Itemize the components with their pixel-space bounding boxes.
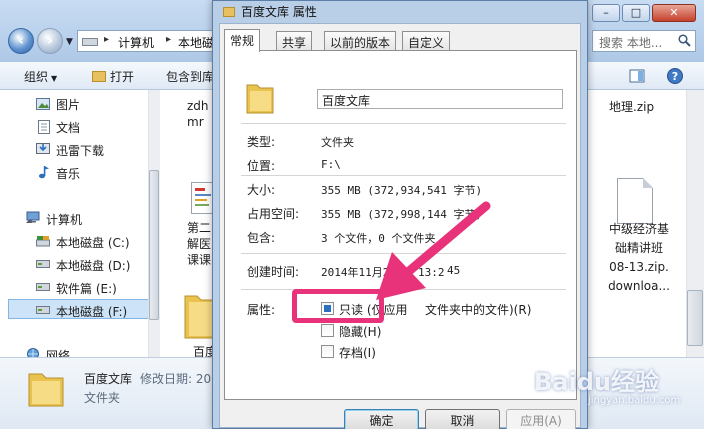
ok-button[interactable]: 确定: [344, 409, 419, 429]
organize-menu[interactable]: 组织 ▼: [24, 68, 57, 85]
documents-icon: [38, 120, 50, 134]
nav-item-drive-f[interactable]: 本地磁盘 (F:): [56, 303, 127, 320]
apply-button[interactable]: 应用(A): [506, 409, 576, 429]
tab-customize[interactable]: 自定义: [402, 31, 451, 51]
tab-sharing[interactable]: 共享: [276, 31, 313, 51]
archive-checkbox[interactable]: [321, 345, 334, 358]
maximize-button[interactable]: □: [622, 4, 650, 22]
forward-button[interactable]: ›: [37, 28, 63, 54]
address-bar[interactable]: ▸ 计算机 ▸ 本地磁: [77, 30, 217, 52]
watermark-subtext: jingyan.baidu.com: [588, 395, 681, 406]
divider: [241, 123, 566, 124]
details-folder-name: 百度文库: [84, 372, 133, 386]
type-value: 文件夹: [321, 136, 354, 149]
details-type: 文件夹: [84, 391, 121, 405]
zip-file-icon: [617, 178, 653, 224]
recent-pages-chevron-icon[interactable]: ▼: [66, 37, 73, 47]
folder-icon: [28, 373, 64, 407]
minimize-button[interactable]: –: [592, 4, 620, 22]
annotation-arrow-icon: [376, 201, 491, 300]
folder-name-field[interactable]: 百度文库: [317, 89, 563, 109]
details-modified-date: 修改日期: 20: [140, 372, 212, 386]
close-button[interactable]: ✕: [652, 4, 696, 22]
navigation-pane: 图片 文档 迅雷下载 音乐 ◢ 计算机 本地磁盘 (C:) 本地磁盘 (D:) …: [0, 90, 160, 363]
divider: [241, 175, 566, 176]
computer-icon: [26, 211, 40, 223]
size-label: 大小:: [247, 183, 276, 197]
size-value: 355 MB (372,934,541 字节): [321, 184, 483, 197]
file-name-line: 础精讲班: [614, 241, 663, 255]
music-icon: [39, 166, 49, 179]
nav-item-music[interactable]: 音乐: [56, 165, 80, 182]
file-name-line: mr: [187, 115, 204, 129]
search-input[interactable]: 搜索 本地...: [592, 30, 696, 52]
nav-item-pictures[interactable]: 图片: [56, 96, 80, 113]
location-label: 位置:: [247, 159, 276, 173]
nav-item-computer[interactable]: 计算机: [46, 211, 82, 228]
pictures-icon: [36, 98, 50, 110]
file-name-line: 08-13.zip.: [609, 260, 669, 274]
file-name-line: 中级经济基: [608, 222, 669, 236]
file-name-line: zdh: [187, 99, 209, 113]
content-scroll-thumb[interactable]: [687, 290, 703, 346]
file-name-line: 解医: [187, 237, 212, 251]
navigation-scroll-thumb[interactable]: [149, 170, 159, 320]
hidden-checkbox[interactable]: [321, 324, 334, 337]
details-name: 百度文库 修改日期: 20: [84, 370, 211, 387]
archive-label[interactable]: 存档(I): [339, 344, 376, 361]
size-on-disk-label: 占用空间:: [247, 207, 300, 221]
help-icon[interactable]: ?: [666, 67, 684, 85]
created-label: 创建时间:: [247, 265, 300, 279]
tab-general[interactable]: 常规: [224, 29, 261, 52]
search-icon: [678, 34, 691, 47]
open-label: 打开: [110, 70, 135, 84]
file-name-line: 课课: [187, 253, 212, 267]
dialog-title: 百度文库 属性: [223, 3, 317, 20]
back-button[interactable]: ‹: [8, 28, 34, 54]
file-partial-1[interactable]: zdh mr: [187, 98, 209, 130]
chevron-down-icon: ▼: [51, 74, 58, 83]
hidden-label[interactable]: 隐藏(H): [339, 323, 381, 340]
watermark-text: Baidu经验: [534, 368, 659, 396]
file-name-line: 第二: [187, 221, 212, 235]
drive-icon: [36, 283, 50, 291]
breadcrumb-drive[interactable]: 本地磁: [178, 34, 214, 51]
nav-item-documents[interactable]: 文档: [56, 119, 80, 136]
nav-item-thunder-downloads[interactable]: 迅雷下载: [56, 142, 104, 159]
breadcrumb-separator-icon[interactable]: ▸: [104, 34, 109, 45]
open-button[interactable]: 打开: [92, 68, 134, 85]
file-zip-economics[interactable]: 中级经济基 础精讲班 08-13.zip. downloa...: [599, 220, 679, 296]
baidu-jingyan-watermark: Baidu经验 jingyan.baidu.com: [534, 362, 680, 406]
contains-label: 包含:: [247, 231, 276, 245]
drive-icon: [82, 38, 98, 46]
breadcrumb-computer[interactable]: 计算机: [118, 34, 154, 51]
attributes-label: 属性:: [247, 303, 276, 317]
drive-icon: [36, 306, 50, 314]
nav-item-drive-e[interactable]: 软件篇 (E:): [56, 280, 117, 297]
type-label: 类型:: [247, 135, 276, 149]
cancel-button[interactable]: 取消: [425, 409, 500, 429]
nav-item-drive-c[interactable]: 本地磁盘 (C:): [56, 234, 130, 251]
preview-pane-icon[interactable]: [628, 67, 646, 85]
folder-icon: [246, 84, 274, 114]
download-folder-icon: [36, 143, 50, 154]
svg-text:?: ?: [672, 70, 678, 83]
file-name-line: downloa...: [608, 279, 670, 293]
system-drive-icon: [36, 236, 50, 247]
nav-item-drive-d[interactable]: 本地磁盘 (D:): [56, 257, 130, 274]
include-in-library-button[interactable]: 包含到库: [166, 68, 214, 85]
folder-icon: [223, 7, 235, 17]
breadcrumb-separator-icon[interactable]: ▸: [166, 34, 171, 45]
tab-previous-versions[interactable]: 以前的版本: [324, 31, 397, 51]
search-placeholder: 搜索 本地...: [599, 36, 663, 50]
location-value: F:\: [321, 158, 341, 171]
annotation-highlight-box: [292, 289, 384, 323]
organize-label: 组织: [24, 70, 49, 84]
folder-icon: [92, 71, 106, 82]
file-partial-2[interactable]: 第二 解医 课课: [187, 220, 211, 268]
file-zip-geography[interactable]: 地理.zip: [609, 99, 654, 115]
dialog-title-text: 百度文库 属性: [241, 5, 317, 19]
drive-icon: [36, 260, 50, 268]
